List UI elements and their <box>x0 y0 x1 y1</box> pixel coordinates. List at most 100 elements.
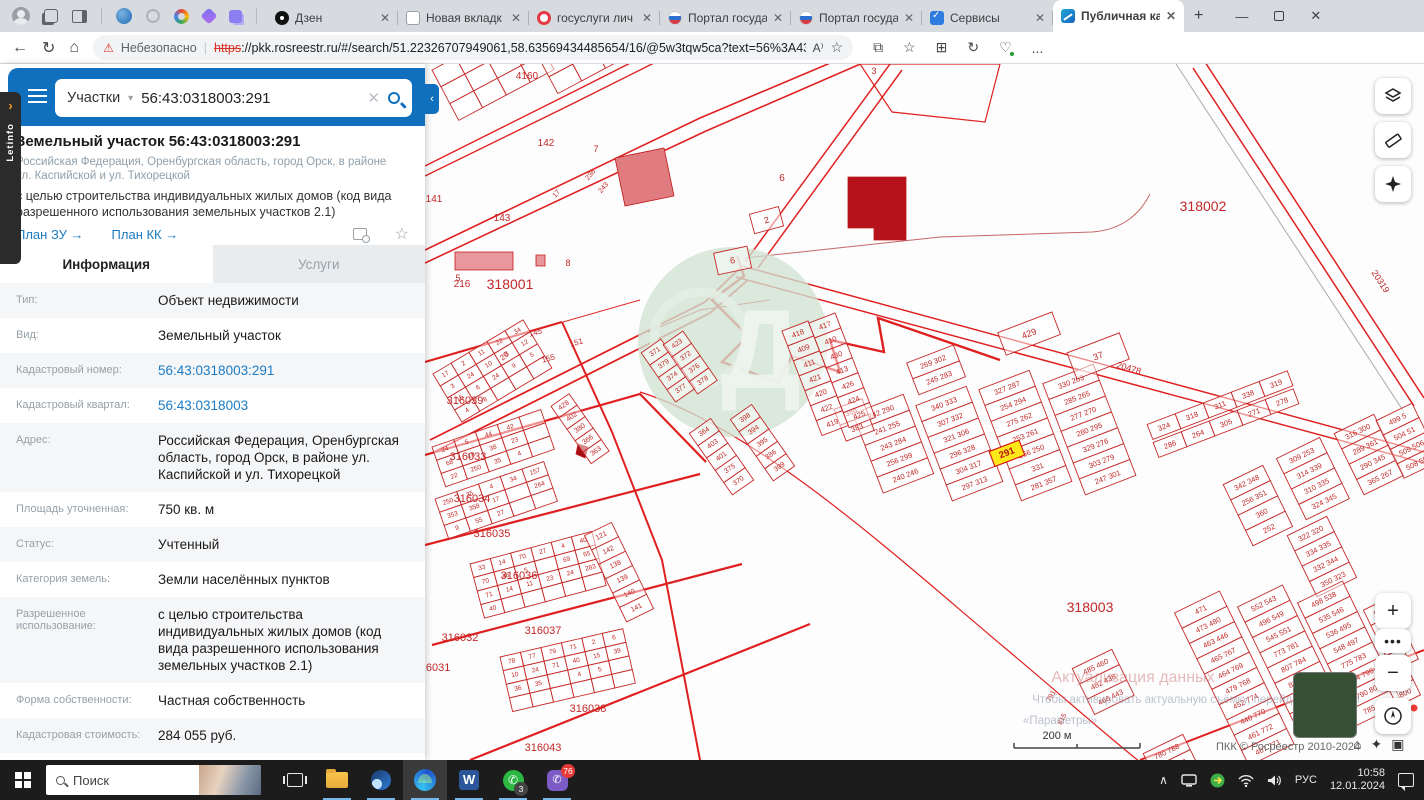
preview-icon[interactable] <box>352 228 370 243</box>
locate-button[interactable] <box>1375 698 1411 734</box>
map-home-icon[interactable]: ⌂ <box>1353 736 1361 753</box>
browser-tab-2[interactable]: госуслуги лич ✕ <box>529 4 660 32</box>
favorite-page-icon[interactable]: ☆ <box>831 39 844 56</box>
taskbar-app-mail-app[interactable] <box>359 760 403 800</box>
clock[interactable]: 10:58 12.01.2024 <box>1330 767 1385 793</box>
chevron-down-icon[interactable]: ▾ <box>128 93 133 104</box>
security-label[interactable]: Небезопасно <box>121 41 197 55</box>
workspaces-icon[interactable] <box>44 9 58 23</box>
language-indicator[interactable]: РУС <box>1295 774 1317 786</box>
security-warning-icon[interactable]: ⚠ <box>103 41 114 55</box>
window-maximize-button[interactable] <box>1274 11 1285 21</box>
zoom-out-button[interactable]: − <box>1375 655 1411 691</box>
refresh-button[interactable]: ↻ <box>42 38 55 58</box>
panel-collapse-button[interactable]: ‹ <box>425 84 439 114</box>
layers-button[interactable] <box>1375 78 1411 114</box>
extension-gem-icon[interactable] <box>200 7 218 25</box>
browser-essentials-icon[interactable]: ♡ <box>999 39 1015 57</box>
tab-information[interactable]: Информация <box>0 245 213 283</box>
map-label: 316038 <box>570 703 607 715</box>
measure-button[interactable] <box>1375 122 1411 158</box>
antivirus-tray-icon[interactable] <box>1210 773 1225 788</box>
marker-button[interactable] <box>1375 166 1411 202</box>
map-building <box>847 176 907 241</box>
info-row: Вид: Земельный участок <box>0 318 425 353</box>
map-label: 318002 <box>1180 198 1227 214</box>
taskbar-app-whatsapp[interactable]: ✆ 3 <box>491 760 535 800</box>
row-value: Учтенный <box>158 537 220 552</box>
volume-icon[interactable] <box>1267 774 1282 787</box>
read-aloud-icon[interactable]: A⁾ <box>813 41 824 55</box>
profile-avatar[interactable] <box>12 7 30 25</box>
close-tab-icon[interactable]: ✕ <box>1035 11 1045 25</box>
menu-icon[interactable] <box>28 89 47 103</box>
address-bar[interactable]: ⚠ Небезопасно | https://pkk.rosreestr.ru… <box>93 35 854 60</box>
notification-center-icon[interactable] <box>1398 773 1414 791</box>
taskbar-app-explorer[interactable] <box>315 760 359 800</box>
url-text[interactable]: https://pkk.rosreestr.ru/#/search/51.223… <box>214 41 806 55</box>
taskbar-app-viber[interactable]: ✆ 76 <box>535 760 579 800</box>
basemap-thumbnail[interactable] <box>1293 672 1357 738</box>
map-marker-icon[interactable]: ✦ <box>1370 736 1382 753</box>
browser-tab-1[interactable]: Новая вкладк ✕ <box>398 4 529 32</box>
taskbar-search[interactable]: Поиск <box>46 765 261 795</box>
split-screen-icon[interactable]: ⧉ <box>873 39 883 56</box>
map-label: 6 <box>779 173 785 184</box>
more-menu-icon[interactable]: ... <box>1032 40 1044 56</box>
favorites-bar-icon[interactable]: ☆ <box>903 39 916 56</box>
row-value-link[interactable]: 56:43:0318003 <box>158 397 409 414</box>
map-layers-preview-icon[interactable]: ▣ <box>1391 736 1404 753</box>
close-tab-icon[interactable]: ✕ <box>380 11 390 25</box>
sidebar-icon[interactable] <box>72 9 87 23</box>
browser-tab-6[interactable]: Публичная ка ✕ <box>1053 0 1184 32</box>
zoom-in-button[interactable]: + <box>1375 593 1411 629</box>
search-input[interactable]: 56:43:0318003:291 <box>141 90 359 107</box>
collections-icon[interactable]: ⊞ <box>936 39 948 56</box>
browser-tab-3[interactable]: Портал госуда ✕ <box>660 4 791 32</box>
new-tab-button[interactable]: + <box>1194 7 1203 25</box>
search-category-select[interactable]: Участки <box>67 90 120 106</box>
more-tools-button[interactable]: ••• <box>1375 629 1411 653</box>
cadastral-map[interactable]: Д 17 2 11 22 34 3 24 10 8 12 15 6 24 9 5 4 8 24 5 44 42 68 18 38… <box>425 64 1424 760</box>
browser-tab-4[interactable]: Портал госуда ✕ <box>791 4 922 32</box>
browser-toolbar: ← ↻ ⌂ ⚠ Небезопасно | https://pkk.rosree… <box>0 32 1424 64</box>
tab-services[interactable]: Услуги <box>212 245 425 283</box>
cast-icon[interactable] <box>1181 773 1197 787</box>
row-value-link[interactable]: 56:43:0318003:291 <box>158 362 409 379</box>
browser-tab-0[interactable]: Дзен ✕ <box>267 4 398 32</box>
plan-kk-link[interactable]: План КК → <box>112 227 179 242</box>
extension-circle-icon[interactable] <box>146 9 160 23</box>
close-tab-icon[interactable]: ✕ <box>511 11 521 25</box>
history-icon[interactable]: ↻ <box>967 39 979 56</box>
letinfo-side-tab[interactable]: › Letinfo <box>0 92 21 264</box>
map-label: 20319 <box>1370 268 1392 294</box>
taskbar-app-word[interactable]: W <box>447 760 491 800</box>
taskbar-app-edge[interactable] <box>403 760 447 800</box>
search-icon[interactable] <box>388 92 400 104</box>
extension-squares-icon[interactable] <box>229 9 242 23</box>
home-button[interactable]: ⌂ <box>69 39 79 57</box>
close-tab-icon[interactable]: ✕ <box>773 11 783 25</box>
browser-tab-5[interactable]: Сервисы✕ <box>922 4 1053 32</box>
map-marker-dot <box>1409 703 1419 713</box>
plan-zu-link[interactable]: План ЗУ → <box>16 227 84 242</box>
favorite-icon[interactable]: ☆ <box>395 224 409 244</box>
close-tab-icon[interactable]: ✕ <box>904 11 914 25</box>
close-tab-icon[interactable]: ✕ <box>642 11 652 25</box>
extension-globe-icon[interactable] <box>116 8 132 24</box>
close-tab-icon[interactable]: ✕ <box>1166 9 1176 23</box>
parcel-strip: 37 <box>1066 332 1130 380</box>
browser-tab-bar: Дзен ✕ Новая вкладк ✕ госуслуги лич ✕ Портал г… <box>0 0 1424 32</box>
back-button[interactable]: ← <box>12 39 28 57</box>
search-box[interactable]: Участки ▾ 56:43:0318003:291 ✕ <box>55 79 412 117</box>
tray-expand-icon[interactable]: ∧ <box>1159 773 1168 787</box>
search-widget-image[interactable] <box>199 765 261 795</box>
clear-search-icon[interactable]: ✕ <box>367 89 380 107</box>
wifi-icon[interactable] <box>1238 774 1254 787</box>
window-minimize-button[interactable]: — <box>1235 9 1248 24</box>
window-close-button[interactable]: ✕ <box>1310 8 1321 24</box>
task-view-button[interactable] <box>275 760 315 800</box>
extension-ring-icon[interactable] <box>174 8 189 24</box>
start-button[interactable] <box>0 760 46 800</box>
search-header: Участки ▾ 56:43:0318003:291 ✕ <box>8 68 425 126</box>
